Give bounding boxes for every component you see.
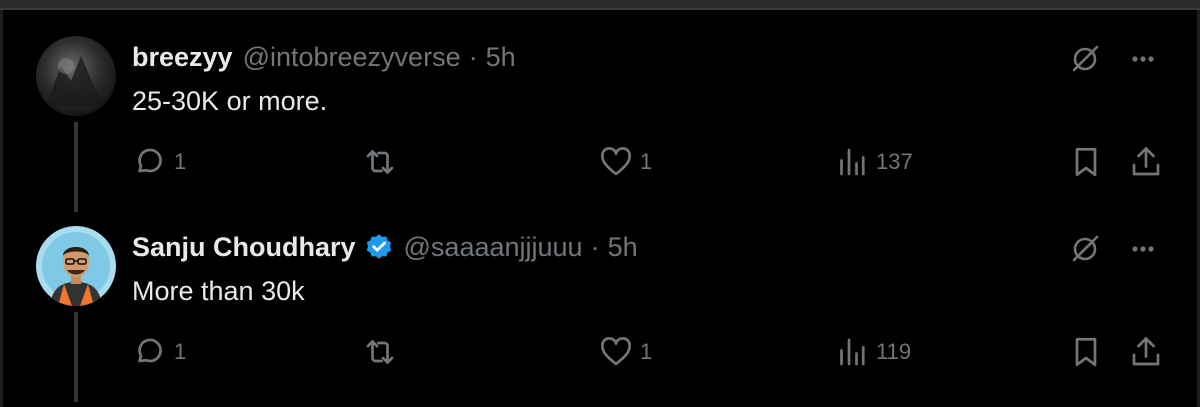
display-name[interactable]: Sanju Choudhary	[132, 232, 356, 263]
share-button[interactable]	[1128, 142, 1164, 182]
like-count: 1	[640, 149, 653, 174]
repost-button[interactable]	[362, 142, 404, 182]
views-icon	[840, 338, 865, 366]
reply-button[interactable]: 1	[132, 142, 186, 182]
action-bar: 1 1 119	[132, 332, 1162, 372]
timestamp[interactable]: 5h	[486, 42, 516, 73]
reply-count: 1	[174, 149, 187, 174]
like-icon	[601, 147, 631, 176]
action-bar: 1 1 137	[132, 142, 1162, 182]
verified-badge-icon	[364, 232, 394, 262]
reply-icon	[138, 338, 162, 363]
share-button[interactable]	[1128, 332, 1164, 372]
view-count: 119	[876, 339, 912, 364]
thread-connector	[74, 122, 78, 212]
view-count: 137	[876, 149, 913, 174]
top-divider	[0, 0, 1200, 10]
avatar[interactable]	[36, 36, 116, 116]
share-icon	[1132, 147, 1160, 176]
reply-button[interactable]: 1	[132, 332, 186, 372]
tweet-top-actions	[1068, 42, 1160, 76]
like-button[interactable]: 1	[598, 142, 652, 182]
thread-connector	[74, 312, 78, 402]
tweet-text: 25-30K or more.	[132, 86, 328, 116]
tweet-top-actions	[1068, 232, 1160, 266]
separator-dot: ·	[468, 41, 478, 72]
like-count: 1	[640, 339, 653, 364]
tweet-text: More than 30k	[132, 276, 305, 306]
views-icon	[840, 148, 865, 176]
like-icon	[601, 337, 631, 366]
views-button[interactable]: 137	[834, 142, 913, 182]
tweet[interactable]: breezyy @intobreezyverse · 5h 25-30K or …	[0, 22, 1200, 212]
bookmark-icon	[1075, 337, 1097, 367]
tweet-header: Sanju Choudhary @saaaanjjjuuu · 5h	[132, 230, 638, 264]
separator-dot: ·	[590, 231, 600, 262]
repost-button[interactable]	[362, 332, 404, 372]
more-icon[interactable]	[1126, 232, 1160, 266]
bookmark-icon	[1075, 147, 1097, 177]
reply-count: 1	[174, 339, 187, 364]
grok-icon[interactable]	[1068, 42, 1102, 76]
user-handle[interactable]: @intobreezyverse	[243, 42, 461, 73]
repost-icon	[366, 340, 394, 364]
display-name[interactable]: breezyy	[132, 42, 233, 73]
views-button[interactable]: 119	[834, 332, 911, 372]
timestamp[interactable]: 5h	[608, 232, 638, 263]
more-icon[interactable]	[1126, 42, 1160, 76]
share-icon	[1132, 337, 1160, 366]
user-handle[interactable]: @saaaanjjjuuu	[404, 232, 583, 263]
tweet[interactable]: Sanju Choudhary @saaaanjjjuuu · 5h More …	[0, 212, 1200, 402]
reply-icon	[138, 148, 162, 173]
tweet-header: breezyy @intobreezyverse · 5h	[132, 40, 516, 74]
grok-icon[interactable]	[1068, 232, 1102, 266]
bookmark-button[interactable]	[1068, 142, 1104, 182]
bookmark-button[interactable]	[1068, 332, 1104, 372]
like-button[interactable]: 1	[598, 332, 652, 372]
avatar[interactable]	[36, 226, 116, 306]
repost-icon	[366, 150, 394, 174]
